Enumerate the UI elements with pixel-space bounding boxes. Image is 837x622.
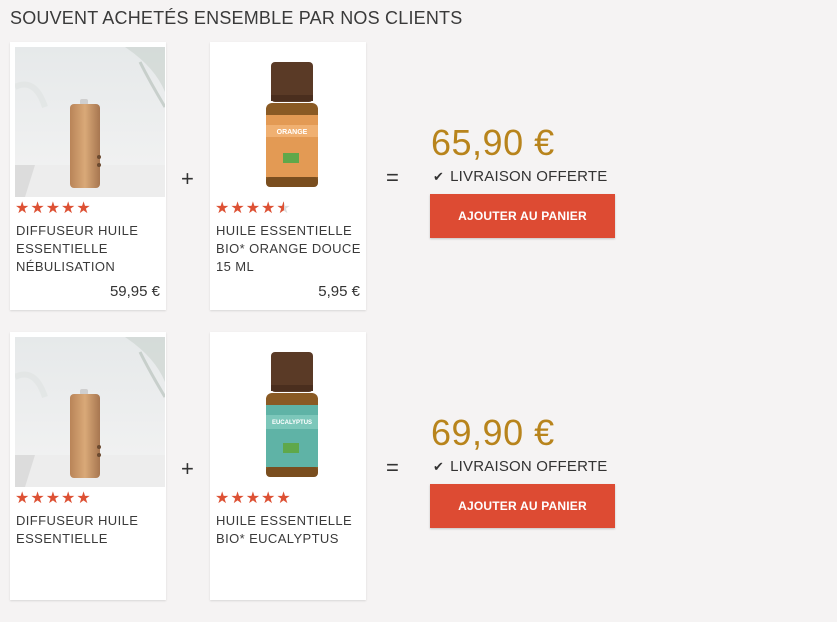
- shipping-info: ✔ LIVRAISON OFFERTE: [433, 458, 607, 475]
- section-title: SOUVENT ACHETÉS ENSEMBLE PAR NOS CLIENTS: [10, 8, 463, 28]
- shipping-label: LIVRAISON OFFERTE: [450, 168, 608, 185]
- product-name[interactable]: HUILE ESSENTIELLE BIO* EUCALYPTUS: [216, 512, 364, 548]
- svg-text:ORANGE: ORANGE: [277, 129, 308, 136]
- product-name[interactable]: HUILE ESSENTIELLE BIO* ORANGE DOUCE 15 M…: [216, 222, 364, 276]
- half-star-icon: ★★: [276, 200, 292, 217]
- product-card-diffuser[interactable]: ★★★★★ DIFFUSEUR HUILE ESSENTIELLE: [10, 332, 166, 600]
- product-name[interactable]: DIFFUSEUR HUILE ESSENTIELLE: [16, 512, 164, 548]
- rating-full-stars: ★★★★: [215, 200, 277, 217]
- product-card-orange-oil[interactable]: ORANGE ★★★★★★ HUILE ESSENTIELLE BIO* ORA…: [210, 42, 366, 310]
- bundle-total-price: 65,90 €: [431, 122, 555, 163]
- product-name[interactable]: DIFFUSEUR HUILE ESSENTIELLE NÉBULISATION: [16, 222, 164, 276]
- bundle-2: ★★★★★ DIFFUSEUR HUILE ESSENTIELLE + EUCA…: [0, 332, 837, 622]
- svg-text:EUCALYPTUS: EUCALYPTUS: [272, 420, 312, 426]
- check-icon: ✔: [433, 169, 445, 184]
- rating-stars: ★★★★★: [15, 490, 92, 507]
- product-card-diffuser[interactable]: ★★★★★ DIFFUSEUR HUILE ESSENTIELLE NÉBULI…: [10, 42, 166, 310]
- product-price: 5,95 €: [318, 283, 360, 300]
- shipping-label: LIVRAISON OFFERTE: [450, 458, 608, 475]
- product-image-orange-oil[interactable]: ORANGE: [215, 47, 365, 197]
- plus-sign: +: [181, 166, 194, 191]
- plus-sign: +: [181, 456, 194, 481]
- rating-stars: ★★★★★: [15, 200, 92, 217]
- equals-sign: =: [386, 165, 399, 190]
- equals-sign: =: [386, 455, 399, 480]
- add-to-cart-button[interactable]: AJOUTER AU PANIER: [430, 194, 615, 238]
- product-card-eucalyptus-oil[interactable]: EUCALYPTUS ★★★★★ HUILE ESSENTIELLE BIO* …: [210, 332, 366, 600]
- bundle-total-price: 69,90 €: [431, 412, 555, 453]
- product-image-diffuser[interactable]: [15, 47, 165, 197]
- rating-stars: ★★★★★★: [215, 200, 292, 218]
- product-price: 59,95 €: [109, 283, 160, 300]
- product-image-diffuser[interactable]: [15, 337, 165, 487]
- check-icon: ✔: [433, 459, 445, 474]
- product-image-eucalyptus-oil[interactable]: EUCALYPTUS: [215, 337, 365, 487]
- rating-stars: ★★★★★: [215, 490, 292, 507]
- add-to-cart-button[interactable]: AJOUTER AU PANIER: [430, 484, 615, 528]
- shipping-info: ✔ LIVRAISON OFFERTE: [433, 168, 607, 185]
- bundle-1: ★★★★★ DIFFUSEUR HUILE ESSENTIELLE NÉBULI…: [0, 42, 837, 332]
